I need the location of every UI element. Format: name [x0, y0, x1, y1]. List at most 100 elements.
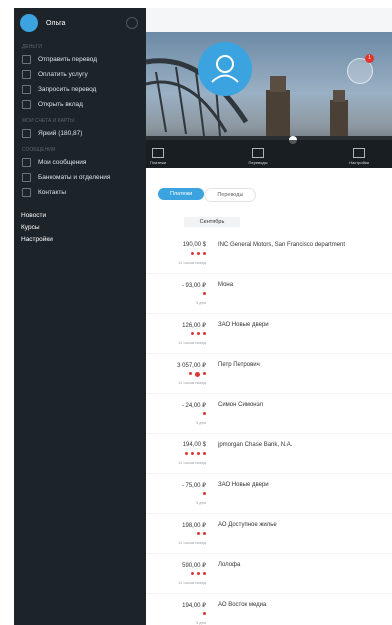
timestamp: 11 часов назад: [178, 540, 206, 545]
payments-icon: [152, 148, 164, 158]
sidebar-item-label: Запросить перевод: [38, 86, 97, 93]
settings-gear-icon[interactable]: [126, 17, 138, 29]
user-name[interactable]: Ольга: [46, 20, 65, 27]
status-dots: [200, 292, 206, 295]
amount: 194,00 ₽: [182, 603, 206, 609]
counterparty: Мона: [218, 282, 234, 288]
amount: 126,00 ₽: [182, 323, 206, 329]
status-dots: [200, 612, 206, 615]
status-dots: [188, 332, 206, 335]
status-dots: [200, 412, 206, 415]
pay-icon: [22, 70, 31, 79]
amount: 194,00 $: [182, 442, 206, 448]
tab-payments[interactable]: Платежи: [146, 148, 178, 165]
avatar[interactable]: [20, 14, 38, 32]
card-icon: [22, 129, 31, 138]
sidebar-item-label: Контакты: [38, 189, 67, 196]
list-item[interactable]: - 24,00 ₽ Симон Симонэл 3 дня: [146, 394, 392, 434]
tab-settings[interactable]: Настройки: [339, 148, 379, 165]
section-accounts: МОИ СЧЕТА И КАРТЫ: [22, 118, 75, 124]
tab-label: Переводы: [248, 160, 268, 165]
message-icon: [22, 158, 31, 167]
list-item[interactable]: 590,00 ₽ Лолофа 11 часов назад: [146, 554, 392, 594]
sidebar-item-atms[interactable]: Банкоматы и отделения: [14, 170, 146, 185]
sidebar-item-pay-service[interactable]: Оплатить услугу: [14, 67, 146, 82]
sidebar-item-send-transfer[interactable]: Отправить перевод: [14, 52, 146, 67]
status-dots: [182, 452, 206, 455]
request-icon: [22, 85, 31, 94]
counterparty: Симон Симонэл: [218, 402, 264, 408]
amount: 590,00 ₽: [182, 563, 206, 569]
segment-inactive[interactable]: Переводы: [204, 188, 257, 202]
sidebar-item-label: Банкоматы и отделения: [38, 174, 111, 181]
counterparty: ЗАО Новые двери: [218, 322, 269, 328]
timestamp: 3 дня: [195, 420, 206, 425]
sidebar-item-label: Оплатить услугу: [38, 71, 88, 78]
main-panel: 1 Платежи Переводы Настройки Платежи Пер…: [146, 8, 392, 625]
timestamp: 11 часов назад: [178, 460, 206, 465]
tab-transfers[interactable]: Переводы: [238, 148, 278, 165]
sidebar-link-rates[interactable]: Курсы: [14, 222, 146, 234]
counterparty: АО Восток медиа: [218, 602, 267, 608]
profile-banner: 1 Платежи Переводы Настройки: [146, 32, 392, 168]
sidebar-link-settings[interactable]: Настройки: [14, 234, 146, 246]
top-strip: [146, 8, 392, 32]
sidebar-item-contacts[interactable]: Контакты: [14, 185, 146, 200]
banner-tabbar: Платежи Переводы Настройки: [146, 140, 392, 168]
section-messages: СООБЩЕНИЯ: [22, 147, 56, 153]
sidebar-item-open-deposit[interactable]: Открыть вклад: [14, 97, 146, 112]
transfers-icon: [252, 148, 264, 158]
status-dots: [194, 532, 206, 535]
atm-icon: [22, 173, 31, 182]
sidebar-item-label: Яркий (180,87): [38, 130, 83, 137]
list-item[interactable]: 126,00 ₽ ЗАО Новые двери 11 часов назад: [146, 314, 392, 354]
counterparty: INC General Motors, San Francisco depart…: [218, 242, 346, 248]
list-item[interactable]: - 75,00 ₽ ЗАО Новые двери 3 дня: [146, 474, 392, 514]
deposit-icon: [22, 100, 31, 109]
sidebar-item-label: Открыть вклад: [38, 101, 83, 108]
amount: 190,00 $: [182, 242, 206, 248]
transaction-list: 190,00 $ INC General Motors, San Francis…: [146, 234, 392, 625]
timestamp: 3 дня: [195, 300, 206, 305]
settings-icon: [353, 148, 365, 158]
timestamp: 11 часов назад: [178, 580, 206, 585]
timestamp: 11 часов назад: [178, 340, 206, 345]
counterparty: АО Доступное жилье: [218, 522, 277, 528]
sidebar-link-news[interactable]: Новости: [14, 210, 146, 222]
list-item[interactable]: - 93,00 ₽ Мона 3 дня: [146, 274, 392, 314]
timestamp: 11 часов назад: [178, 260, 206, 265]
list-item[interactable]: 190,00 $ INC General Motors, San Francis…: [146, 234, 392, 274]
list-item[interactable]: 3 057,00 ₽ Петр Петрович 11 часов назад: [146, 354, 392, 394]
amount: - 93,00 ₽: [181, 283, 206, 289]
amount: - 24,00 ₽: [181, 403, 206, 409]
list-item[interactable]: 194,00 $ jpmorgan Chase Bank, N.A. 11 ча…: [146, 434, 392, 474]
transfer-icon: [22, 55, 31, 64]
user-silhouette-icon: [211, 55, 239, 83]
segmented-control: Платежи Переводы: [158, 188, 257, 202]
list-item[interactable]: 194,00 ₽ АО Восток медиа 3 дня: [146, 594, 392, 625]
counterparty: Петр Петрович: [218, 362, 260, 368]
notification-badge: 1: [365, 54, 374, 63]
timestamp: 3 дня: [195, 500, 206, 505]
status-dots: [186, 372, 206, 377]
status-dots: [188, 572, 206, 575]
profile-avatar[interactable]: [198, 42, 252, 96]
sidebar-item-label: Отправить перевод: [38, 56, 98, 63]
counterparty: ЗАО Новые двери: [218, 482, 269, 488]
contacts-icon: [22, 188, 31, 197]
counterparty: jpmorgan Chase Bank, N.A.: [218, 442, 293, 448]
sidebar-item-account[interactable]: Яркий (180,87): [14, 126, 146, 141]
list-item[interactable]: 198,00 ₽ АО Доступное жилье 11 часов наз…: [146, 514, 392, 554]
sidebar-header: Ольга: [14, 8, 146, 38]
tab-label: Платежи: [149, 160, 167, 165]
amount: 198,00 ₽: [182, 523, 206, 529]
tab-label: Настройки: [349, 160, 369, 165]
amount: 3 057,00 ₽: [177, 363, 206, 369]
sidebar-item-request-transfer[interactable]: Запросить перевод: [14, 82, 146, 97]
sidebar-item-my-messages[interactable]: Мои сообщения: [14, 155, 146, 170]
status-dots: [188, 252, 206, 255]
segment-active[interactable]: Платежи: [158, 188, 205, 200]
month-header: Сентябрь: [184, 217, 240, 227]
timestamp: 3 дня: [195, 620, 206, 625]
section-money: ДЕНЬГИ: [22, 44, 42, 50]
